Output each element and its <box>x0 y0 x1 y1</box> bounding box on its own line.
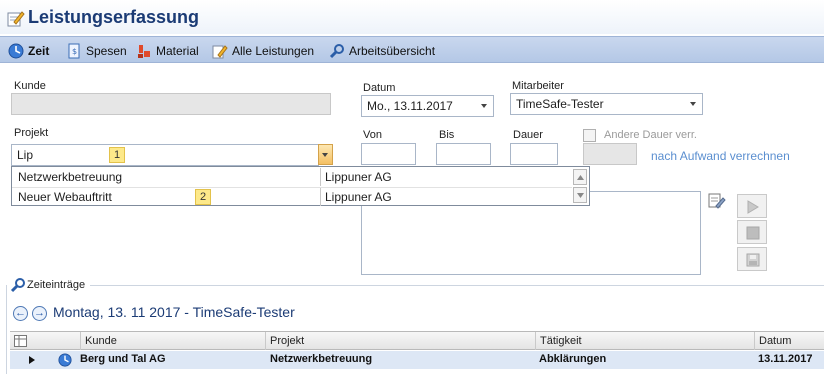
list-item[interactable]: Netzwerkbetreuung Lippuner AG <box>12 168 572 186</box>
play-icon <box>747 200 759 214</box>
mitarbeiter-value: TimeSafe-Tester <box>516 97 604 111</box>
dropdown-customer-name: Lippuner AG <box>325 190 392 204</box>
projekt-dropdown-button[interactable] <box>318 144 333 165</box>
edit-note-icon[interactable] <box>708 192 726 210</box>
kunde-label: Kunde <box>14 80 46 92</box>
datum-combo[interactable]: Mo., 13.11.2017 <box>361 95 494 117</box>
column-header-projekt[interactable]: Projekt <box>265 332 535 350</box>
arrow-right-icon: → <box>34 307 45 319</box>
grid-chooser-cell[interactable] <box>10 332 40 350</box>
mitarbeiter-combo[interactable]: TimeSafe-Tester <box>510 93 703 115</box>
grid-header: Kunde Projekt Tätigkeit Datum <box>10 331 824 350</box>
tab-label: Zeit <box>28 43 50 58</box>
dropdown-project-name: Netzwerkbetreuung <box>18 170 123 184</box>
von-input[interactable] <box>361 143 416 165</box>
prev-day-button[interactable]: ← <box>13 306 28 321</box>
chevron-up-icon <box>577 175 584 180</box>
tab-spesen[interactable]: $ Spesen <box>66 41 127 60</box>
tab-material[interactable]: Material <box>136 41 199 60</box>
bis-input[interactable] <box>436 143 491 165</box>
overview-icon <box>10 278 25 293</box>
cell-kunde: Berg und Tal AG <box>80 353 166 365</box>
save-button[interactable] <box>737 247 767 271</box>
kunde-field <box>11 93 331 115</box>
projekt-input[interactable]: Lip <box>11 144 319 166</box>
list-item[interactable]: Neuer Webauftritt Lippuner AG <box>12 187 572 206</box>
andere-dauer-input <box>583 143 637 165</box>
datum-label: Datum <box>363 82 396 94</box>
table-row[interactable]: Berg und Tal AG Netzwerkbetreuung Abklär… <box>10 351 824 369</box>
stop-button[interactable] <box>737 220 767 244</box>
stop-icon <box>746 226 760 240</box>
projekt-dropdown-list[interactable]: Netzwerkbetreuung Lippuner AG Neuer Weba… <box>11 166 590 206</box>
chevron-down-icon <box>322 153 328 157</box>
clock-icon <box>58 353 72 367</box>
dropdown-scrollbar[interactable] <box>573 169 587 203</box>
annotation-marker-2: 2 <box>195 189 211 205</box>
mitarbeiter-label: Mitarbeiter <box>512 80 564 92</box>
dropdown-project-name: Neuer Webauftritt <box>18 190 112 204</box>
column-header-datum[interactable]: Datum <box>754 332 824 350</box>
section-divider <box>6 285 7 374</box>
column-divider <box>320 168 321 186</box>
scroll-up-button[interactable] <box>573 169 587 185</box>
column-header-taetigkeit[interactable]: Tätigkeit <box>535 332 754 350</box>
section-divider <box>90 285 824 286</box>
tab-arbeitsuebersicht[interactable]: Arbeitsübersicht <box>329 41 435 60</box>
column-chooser-icon <box>14 335 27 347</box>
dauer-input[interactable] <box>510 143 558 165</box>
edit-icon <box>212 44 228 58</box>
row-indicator-icon <box>29 356 35 364</box>
overview-icon <box>329 43 344 58</box>
tab-label: Alle Leistungen <box>232 43 315 58</box>
scroll-down-button[interactable] <box>573 187 587 203</box>
annotation-marker-1: 1 <box>109 147 125 163</box>
save-icon <box>746 253 760 267</box>
title-bar: Leistungserfassung <box>0 0 824 34</box>
arrow-left-icon: ← <box>15 307 26 319</box>
von-label: Von <box>363 129 382 141</box>
column-header-kunde[interactable]: Kunde <box>80 332 265 350</box>
next-day-button[interactable]: → <box>32 306 47 321</box>
svg-text:$: $ <box>72 47 77 56</box>
clock-icon <box>8 43 24 58</box>
edit-icon <box>7 11 25 27</box>
day-header: Montag, 13. 11 2017 - TimeSafe-Tester <box>53 304 295 320</box>
chevron-down-icon <box>690 102 696 106</box>
chevron-down-icon <box>577 193 584 198</box>
andere-dauer-checkbox[interactable] <box>583 129 596 142</box>
receipt-icon: $ <box>68 43 80 58</box>
zeiteintraege-label: Zeiteinträge <box>27 279 86 291</box>
column-divider <box>320 188 321 206</box>
tab-bar: Zeit $ Spesen Material Alle Leistungen A… <box>0 36 824 63</box>
tab-label: Arbeitsübersicht <box>349 43 436 58</box>
cell-projekt: Netzwerkbetreuung <box>270 353 373 365</box>
aufwand-link[interactable]: nach Aufwand verrechnen <box>651 149 790 163</box>
play-button[interactable] <box>737 194 767 218</box>
projekt-label: Projekt <box>14 127 49 139</box>
cell-datum: 13.11.2017 <box>758 353 813 365</box>
tab-zeit[interactable]: Zeit <box>8 41 49 60</box>
datum-value: Mo., 13.11.2017 <box>367 99 453 113</box>
dauer-label: Dauer <box>513 129 543 141</box>
cell-taetigkeit: Abklärungen <box>539 353 607 365</box>
projekt-value: Lip <box>17 148 34 162</box>
bis-label: Bis <box>439 129 455 141</box>
page-title: Leistungserfassung <box>28 7 200 27</box>
andere-dauer-label: Andere Dauer verr. <box>604 129 697 141</box>
tab-alle-leistungen[interactable]: Alle Leistungen <box>212 41 314 60</box>
chevron-down-icon <box>481 104 487 108</box>
tab-label: Material <box>156 43 199 58</box>
dropdown-customer-name: Lippuner AG <box>325 170 392 184</box>
material-icon <box>138 44 150 58</box>
tab-label: Spesen <box>86 43 127 58</box>
